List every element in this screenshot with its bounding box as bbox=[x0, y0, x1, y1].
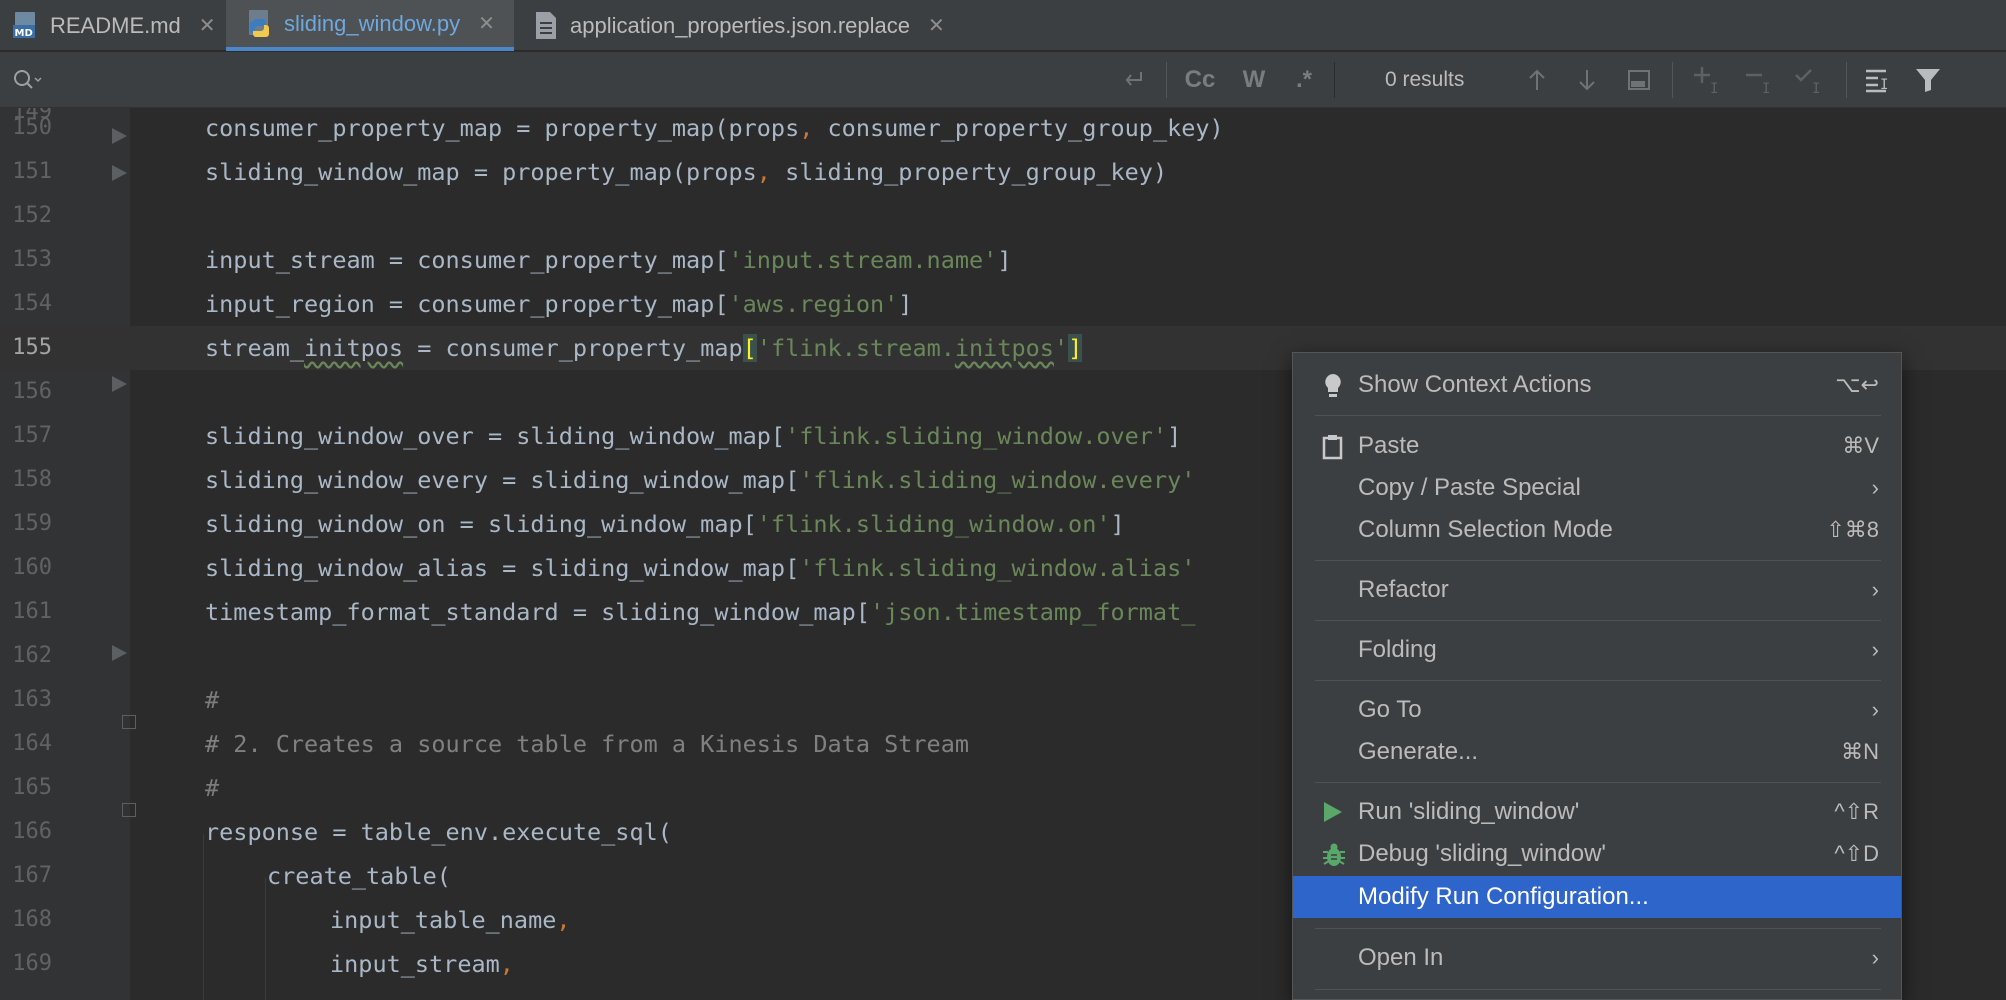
code-line: 154 input_region = consumer_property_map… bbox=[12, 290, 913, 318]
tab-sliding-window[interactable]: sliding_window.py ✕ bbox=[226, 0, 514, 51]
remove-selection-icon[interactable]: I bbox=[1742, 52, 1780, 108]
search-icon[interactable] bbox=[8, 52, 48, 108]
menu-item-paste[interactable]: Paste ⌘V bbox=[1293, 425, 1901, 467]
chevron-right-icon: › bbox=[1871, 697, 1879, 722]
code-line: 153 input_stream = consumer_property_map… bbox=[12, 246, 1012, 274]
menu-item-copy-paste-special[interactable]: Copy / Paste Special › bbox=[1293, 467, 1901, 509]
find-bar: Cc W .* 0 results I I I I bbox=[0, 52, 2006, 108]
python-file-icon bbox=[246, 9, 274, 39]
context-menu: Show Context Actions ⌥↩ Paste ⌘V Copy / … bbox=[1292, 352, 1902, 1000]
lightbulb-icon bbox=[1321, 373, 1345, 397]
tab-readme[interactable]: MD README.md ✕ bbox=[12, 0, 224, 51]
svg-text:I: I bbox=[1880, 77, 1888, 93]
select-all-occurrences-icon[interactable] bbox=[1622, 52, 1656, 108]
svg-text:MD: MD bbox=[15, 28, 33, 39]
words-button[interactable]: W bbox=[1234, 52, 1274, 108]
next-occurrence-icon[interactable] bbox=[1570, 52, 1604, 108]
chevron-right-icon: › bbox=[1871, 945, 1879, 970]
menu-item-debug[interactable]: Debug 'sliding_window' ^⇧D bbox=[1293, 833, 1901, 875]
code-line: 150 consumer_property_map = property_map… bbox=[12, 114, 1224, 142]
chevron-right-icon: › bbox=[1871, 577, 1879, 602]
code-line: 152 bbox=[12, 203, 52, 228]
previous-occurrence-icon[interactable] bbox=[1520, 52, 1554, 108]
new-line-icon[interactable] bbox=[1115, 52, 1151, 108]
results-count: 0 results bbox=[1385, 68, 1465, 91]
menu-item-modify-run-configuration[interactable]: Modify Run Configuration... bbox=[1293, 876, 1901, 918]
breakpoint-marker-icon[interactable] bbox=[112, 128, 127, 144]
filter-search-results-icon[interactable]: I bbox=[1860, 52, 1896, 108]
code-line: 151 sliding_window_map = property_map(pr… bbox=[12, 158, 1168, 186]
add-selection-icon[interactable]: I bbox=[1690, 52, 1728, 108]
filter-icon[interactable] bbox=[1910, 52, 1946, 108]
search-input[interactable] bbox=[52, 62, 1106, 100]
menu-item-folding[interactable]: Folding › bbox=[1293, 629, 1901, 671]
editor-tab-bar: MD README.md ✕ sliding_window.py ✕ appli… bbox=[0, 0, 2006, 51]
close-icon[interactable]: ✕ bbox=[478, 11, 495, 36]
debug-icon bbox=[1321, 842, 1345, 866]
chevron-right-icon: › bbox=[1871, 637, 1879, 662]
clipboard-icon bbox=[1321, 434, 1345, 460]
menu-item-go-to[interactable]: Go To › bbox=[1293, 689, 1901, 731]
menu-item-generate[interactable]: Generate... ⌘N bbox=[1293, 731, 1901, 773]
tab-label: README.md bbox=[50, 12, 181, 38]
menu-item-show-context-actions[interactable]: Show Context Actions ⌥↩ bbox=[1293, 364, 1901, 406]
svg-text:I: I bbox=[1710, 81, 1718, 95]
text-file-icon bbox=[532, 11, 560, 41]
svg-text:I: I bbox=[1762, 81, 1770, 95]
menu-item-column-selection-mode[interactable]: Column Selection Mode ⇧⌘8 bbox=[1293, 509, 1901, 551]
menu-item-open-in[interactable]: Open In › bbox=[1293, 937, 1901, 979]
menu-item-run[interactable]: Run 'sliding_window' ^⇧R bbox=[1293, 791, 1901, 833]
match-case-button[interactable]: Cc bbox=[1180, 52, 1220, 108]
svg-text:I: I bbox=[1812, 81, 1820, 95]
close-icon[interactable]: ✕ bbox=[199, 13, 216, 38]
tab-application-properties[interactable]: application_properties.json.replace ✕ bbox=[532, 0, 972, 51]
menu-item-refactor[interactable]: Refactor › bbox=[1293, 569, 1901, 611]
breakpoint-marker-icon[interactable] bbox=[112, 165, 127, 181]
chevron-right-icon: › bbox=[1871, 475, 1879, 500]
tab-label: sliding_window.py bbox=[284, 10, 461, 36]
close-icon[interactable]: ✕ bbox=[928, 13, 945, 38]
markdown-file-icon: MD bbox=[12, 11, 40, 41]
tab-label: application_properties.json.replace bbox=[570, 12, 910, 38]
select-all-matches-icon[interactable]: I bbox=[1792, 52, 1830, 108]
run-icon bbox=[1321, 800, 1345, 824]
regex-button[interactable]: .* bbox=[1286, 52, 1322, 108]
